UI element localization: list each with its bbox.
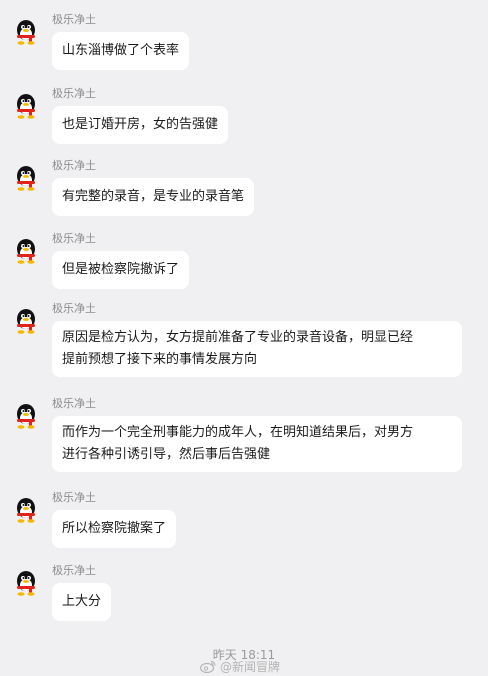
message-row: 极乐净土 也是订婚开房，女的告强健 [0, 87, 488, 144]
penguin-avatar-icon[interactable] [12, 402, 40, 430]
penguin-avatar-icon[interactable] [12, 496, 40, 524]
penguin-avatar-icon[interactable] [12, 18, 40, 46]
sender-name: 极乐净土 [52, 13, 96, 26]
message-text: 但是被检察院撤诉了 [62, 262, 180, 277]
message-text-line: 而作为一个完全刑事能力的成年人，在明知道结果后，对男方 [62, 425, 414, 440]
message-row: 极乐净土 有完整的录音，是专业的录音笔 [0, 159, 488, 216]
message-bubble[interactable]: 上大分 [52, 583, 112, 621]
message-row: 极乐净土 而作为一个完全刑事能力的成年人，在明知道结果后，对男方 进行各种引诱引… [0, 397, 488, 477]
penguin-avatar-icon[interactable] [12, 164, 40, 192]
weibo-logo-icon [200, 660, 216, 673]
sender-name: 极乐净土 [52, 87, 96, 100]
sender-name: 极乐净土 [52, 397, 96, 410]
penguin-avatar-icon[interactable] [12, 569, 40, 597]
message-row: 极乐净土 但是被检察院撤诉了 [0, 232, 488, 289]
message-text-line: 提前预想了接下来的事情发展方向 [62, 352, 258, 367]
chat-window: 极乐净土 山东淄博做了个表率 极乐净土 也是订婚开房，女的告强健 极乐净土 有完… [0, 0, 488, 676]
chat-footer: 昨天 18:11 @新闻冒牌 [0, 646, 488, 676]
message-bubble[interactable]: 所以检察院撤案了 [52, 510, 177, 548]
sender-name: 极乐净土 [52, 159, 96, 172]
message-bubble[interactable]: 山东淄博做了个表率 [52, 32, 190, 70]
penguin-avatar-icon[interactable] [12, 307, 40, 335]
message-text: 有完整的录音，是专业的录音笔 [62, 189, 245, 204]
message-row: 极乐净土 所以检察院撤案了 [0, 491, 488, 548]
sender-name: 极乐净土 [52, 491, 96, 504]
message-bubble[interactable]: 而作为一个完全刑事能力的成年人，在明知道结果后，对男方 进行各种引诱引导，然后事… [52, 416, 462, 472]
message-bubble[interactable]: 原因是检方认为，女方提前准备了专业的录音设备，明显已经 提前预想了接下来的事情发… [52, 321, 462, 377]
message-text: 上大分 [62, 594, 102, 609]
sender-name: 极乐净土 [52, 232, 96, 245]
sender-name: 极乐净土 [52, 564, 96, 577]
sender-name: 极乐净土 [52, 302, 96, 315]
message-row: 极乐净土 原因是检方认为，女方提前准备了专业的录音设备，明显已经 提前预想了接下… [0, 302, 488, 382]
message-bubble[interactable]: 但是被检察院撤诉了 [52, 251, 190, 289]
watermark: @新闻冒牌 [200, 658, 280, 675]
message-bubble[interactable]: 也是订婚开房，女的告强健 [52, 106, 229, 144]
message-text: 山东淄博做了个表率 [62, 43, 180, 58]
message-text: 所以检察院撤案了 [62, 521, 167, 536]
penguin-avatar-icon[interactable] [12, 92, 40, 120]
message-bubble[interactable]: 有完整的录音，是专业的录音笔 [52, 178, 255, 216]
message-text-line: 原因是检方认为，女方提前准备了专业的录音设备，明显已经 [62, 330, 414, 345]
message-row: 极乐净土 山东淄博做了个表率 [0, 13, 488, 70]
watermark-text: @新闻冒牌 [220, 660, 281, 674]
penguin-avatar-icon[interactable] [12, 237, 40, 265]
message-text: 也是订婚开房，女的告强健 [62, 117, 219, 132]
message-row: 极乐净土 上大分 [0, 564, 488, 621]
message-text-line: 进行各种引诱引导，然后事后告强健 [62, 447, 271, 462]
